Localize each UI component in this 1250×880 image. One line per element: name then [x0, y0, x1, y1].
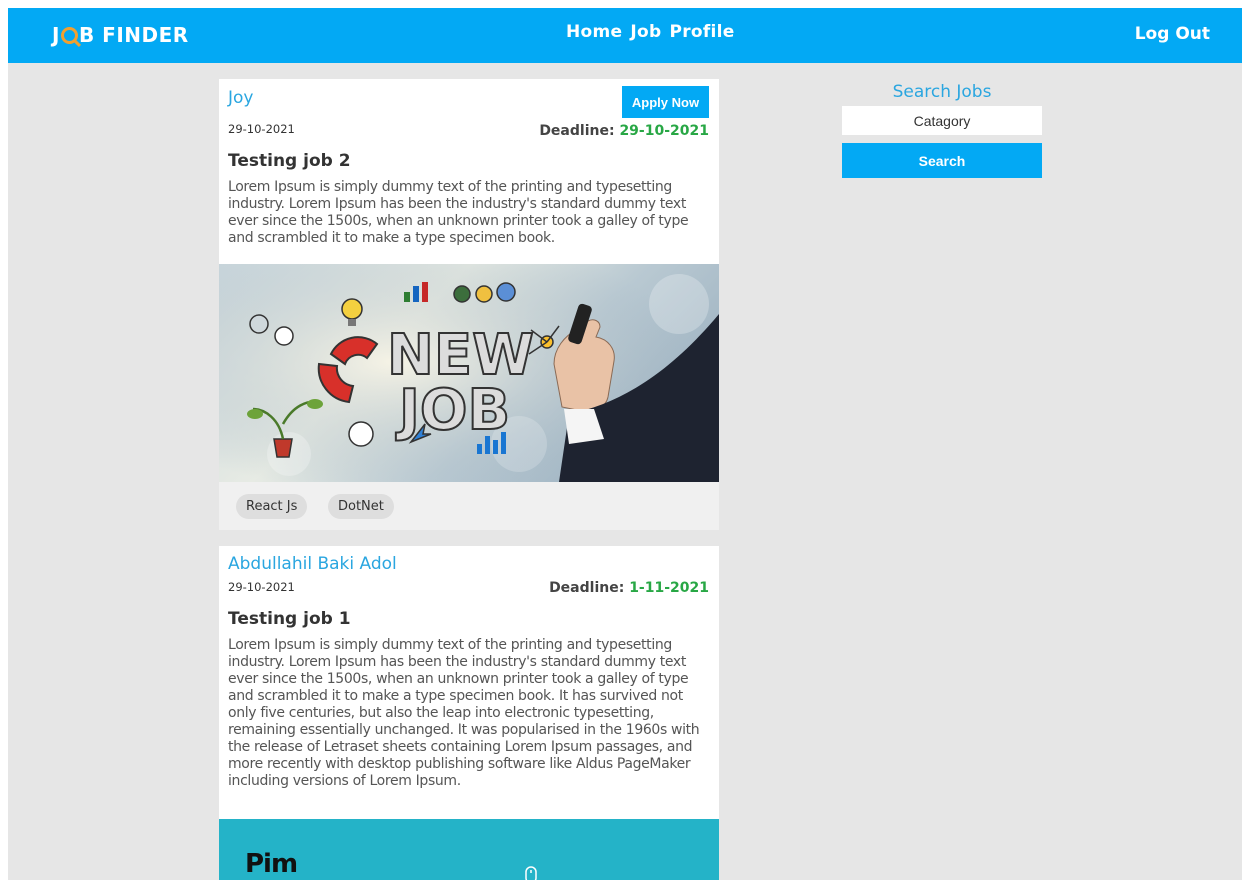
job-description: Lorem Ipsum is simply dummy text of the … — [228, 637, 700, 789]
logout-link[interactable]: Log Out — [1135, 24, 1210, 44]
tag[interactable]: React Js — [236, 494, 308, 519]
deadline: Deadline: 1-11-2021 — [549, 580, 709, 596]
category-input[interactable] — [842, 106, 1042, 135]
main-nav: Home Job Profile — [566, 22, 735, 42]
job-image: Pim — [219, 819, 719, 880]
banner-logo: Pim — [245, 849, 298, 879]
nav-home[interactable]: Home — [566, 22, 622, 42]
page: J B FINDER Home Job Profile Log Out Joy … — [8, 8, 1242, 880]
job-description: Lorem Ipsum is simply dummy text of the … — [228, 179, 689, 246]
mouse-icon — [525, 866, 537, 880]
navbar: J B FINDER Home Job Profile Log Out — [8, 8, 1242, 63]
skill-tags: React Js DotNet — [219, 482, 719, 530]
deadline-label: Deadline: — [549, 580, 625, 596]
nav-profile[interactable]: Profile — [669, 22, 734, 42]
poster-name[interactable]: Joy — [228, 88, 253, 108]
job-card: Abdullahil Baki Adol 29-10-2021 Deadline… — [219, 546, 719, 880]
job-title[interactable]: Testing job 1 — [228, 609, 351, 629]
deadline-label: Deadline: — [539, 123, 615, 139]
nav-job[interactable]: Job — [630, 22, 661, 42]
apply-now-button[interactable]: Apply Now — [622, 86, 709, 118]
logo-letter: J — [52, 23, 60, 47]
deadline: Deadline: 29-10-2021 — [539, 123, 709, 139]
poster-name[interactable]: Abdullahil Baki Adol — [228, 554, 397, 574]
magnifier-icon — [60, 26, 78, 44]
job-card: Joy Apply Now 29-10-2021 Deadline: 29-10… — [219, 79, 719, 530]
deadline-value: 29-10-2021 — [619, 123, 709, 139]
posted-date: 29-10-2021 — [228, 580, 295, 594]
search-heading: Search Jobs — [892, 82, 992, 102]
logo[interactable]: J B FINDER — [52, 23, 189, 47]
deadline-value: 1-11-2021 — [629, 580, 709, 596]
logo-text: B FINDER — [78, 23, 189, 47]
posted-date: 29-10-2021 — [228, 122, 295, 136]
svg-text:JOB: JOB — [395, 378, 510, 443]
job-image: NEW JOB — [219, 264, 719, 482]
job-title[interactable]: Testing job 2 — [228, 151, 351, 171]
tag[interactable]: DotNet — [328, 494, 394, 519]
search-button[interactable]: Search — [842, 143, 1042, 178]
